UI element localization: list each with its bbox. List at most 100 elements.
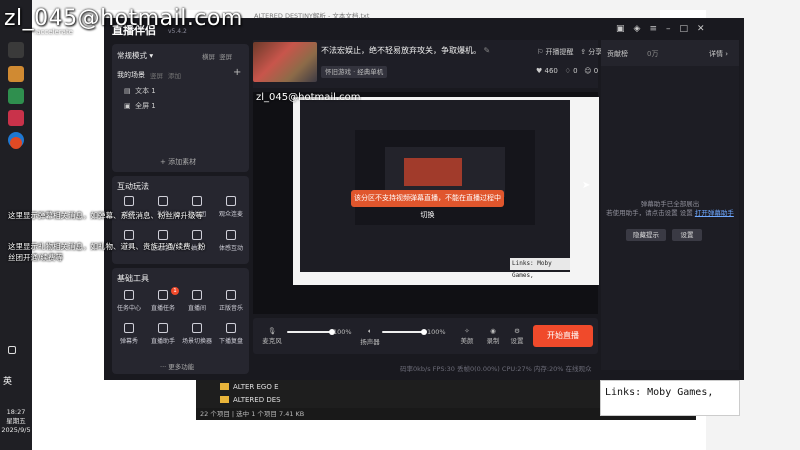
assistant-icon [158,323,168,333]
scene-switch-icon [192,323,202,333]
share-button[interactable]: ⇪ 分享 [580,48,602,56]
notification-icon[interactable]: ▣ [616,24,634,34]
edit-icon[interactable]: ✎ [484,46,491,55]
app-green-icon[interactable] [8,88,24,104]
music-icon [226,290,236,300]
live-room-icon [192,290,202,300]
host-link-icon [158,230,168,240]
interaction-item[interactable]: 体感互动 [214,230,248,252]
clock-date: 2025/9/5 [1,426,31,434]
mic-volume-value: 100% [333,328,352,336]
gift-icon [158,196,168,206]
add-scene-icon[interactable]: + [233,67,241,78]
task-center-icon [124,290,134,300]
tab-add[interactable]: 添加 [168,70,181,80]
speaker-button[interactable]: 🔈︎ 扬声器 [360,327,380,346]
menu-icon[interactable]: ≡ [649,24,666,34]
mic-button[interactable]: 🎙︎ 麦克风 [262,327,282,345]
list-item[interactable]: ALTER EGO E [220,383,279,391]
top-actions: ⚐ 开播提醒 ⇪ 分享 [537,47,602,57]
tool-item[interactable]: 直播间 [180,290,214,312]
mouse-cursor-icon: ➤ [582,180,591,191]
contribution-header: 贡献榜 0万 详情 › [601,40,739,66]
settings-button[interactable]: ⚙ 设置 [508,327,526,345]
beauty-button[interactable]: ✧ 美颜 [458,327,476,345]
taskbar-clock[interactable]: 18:27 星期五 2025/9/5 [0,408,32,435]
barrage-helper-tip: 弹幕助手已全部展出 若使用助手，请点击设置 设置 打开弹幕助手 [606,200,734,217]
hide-tip-button[interactable]: 隐藏提示 [626,229,666,241]
contribution-count: 0万 [647,50,659,58]
tool-item[interactable]: 直播助手 [146,323,180,345]
mode-selector[interactable]: 常规模式 ▾ [117,50,153,61]
app-red-icon[interactable] [8,110,24,126]
viewer-icon: ☺ [584,67,592,75]
material-item[interactable]: ▣ 全屏 1 [124,101,156,111]
close-icon[interactable]: ✕ [697,24,714,34]
tool-item[interactable]: 弹幕秀 [112,323,146,345]
gift-count: 0 [573,67,578,75]
preview-nested-cover [404,158,462,186]
add-material-button[interactable]: + 添加素材 [160,157,196,167]
watermark-sub: .accelerate [34,28,73,36]
live-task-icon [158,290,168,300]
fan-club-icon [192,196,202,206]
pk-icon [124,230,134,240]
record-button[interactable]: ◉ 录制 [484,327,502,345]
mic-volume-slider[interactable] [287,329,335,335]
folder-icon [220,383,229,390]
tools-panel: 基础工具 任务中心 直播任务 1 直播间 正版音乐 弹幕秀 直播助手 场景切换器… [112,268,249,374]
tool-item[interactable]: 正版音乐 [214,290,248,312]
audience-mic-icon [226,196,236,206]
more-functions-button[interactable]: ··· 更多功能 [160,361,194,371]
tab-vertical[interactable]: 竖屏 [150,70,163,80]
stream-status-line: 码率0kb/s FPS:30 丢帧0(0.00%) CPU:27% 内存:20%… [400,365,592,373]
gift-overlay-message: 这里显示礼物相关消息，如礼物、道具、贵族开通/续费、粉丝团开通/续费等 [8,242,206,262]
list-item[interactable]: ALTERED DES [220,396,281,404]
like-count: 460 [544,67,558,75]
material-item[interactable]: ▤ 文本 1 [124,86,156,96]
app-orange-icon[interactable] [10,137,22,149]
tab-my-scenes[interactable]: 我的场景 [117,70,145,80]
orientation-toggle[interactable]: 横屏 竖屏 [202,51,232,61]
file-name: ALTERED DES [233,396,281,404]
stream-title[interactable]: 不法宏娱止，绝不轻易放弃攻关，争取爆机。 ✎ [321,45,490,56]
category-warning-toast: 该分区不支持视频弹幕直播，不能在直播过程中切换 [351,190,504,219]
contribution-label[interactable]: 贡献榜 [607,49,628,59]
start-live-button[interactable]: 开始直播 [533,325,593,347]
links-text-box: Links: Moby Games, [600,380,740,416]
minimize-icon[interactable]: – [666,24,680,34]
notification-badge: 1 [171,287,179,295]
category-chip[interactable]: 怀旧游戏 · 经典单机 [321,66,388,78]
microphone-icon[interactable] [8,346,16,354]
speaker-volume-value: 100% [427,328,446,336]
barrage-icon [124,196,134,206]
stream-cover[interactable] [253,42,317,82]
lottery-icon [192,230,202,240]
clock-weekday: 星期五 [6,417,26,425]
task-view-icon[interactable] [8,42,24,58]
motion-game-icon [226,230,236,240]
remind-button[interactable]: ⚐ 开播提醒 [537,48,574,56]
skin-icon[interactable]: ◈ [634,24,650,34]
taskbar: 英 18:27 星期五 2025/9/5 [0,0,32,450]
input-language[interactable]: 英 [3,374,12,387]
open-helper-link[interactable]: 打开弹幕助手 [695,209,734,217]
preview-links-text: Links: Moby Games, [510,258,570,279]
details-link[interactable]: 详情 › [709,49,728,59]
helper-settings-button[interactable]: 设置 [672,229,702,241]
clock-time: 18:27 [6,408,26,416]
stream-stats: ♥ 460 ♢ 0 ☺ 0 [536,67,598,75]
gift-count-icon: ♢ [564,67,571,75]
maximize-icon[interactable]: □ [679,24,697,34]
like-icon: ♥ [536,67,543,75]
tool-item[interactable]: 任务中心 [112,290,146,312]
folder-icon [220,396,229,403]
preview-watermark: zl_045@hotmail.com [256,92,361,103]
interaction-title: 互动玩法 [117,182,149,191]
tool-item[interactable]: 场景切换器 [180,323,214,345]
speaker-volume-slider[interactable] [382,329,427,335]
barrage-show-icon [124,323,134,333]
file-explorer-icon[interactable] [8,66,24,82]
tools-title: 基础工具 [117,274,149,283]
tool-item[interactable]: 下播复盘 [214,323,248,345]
